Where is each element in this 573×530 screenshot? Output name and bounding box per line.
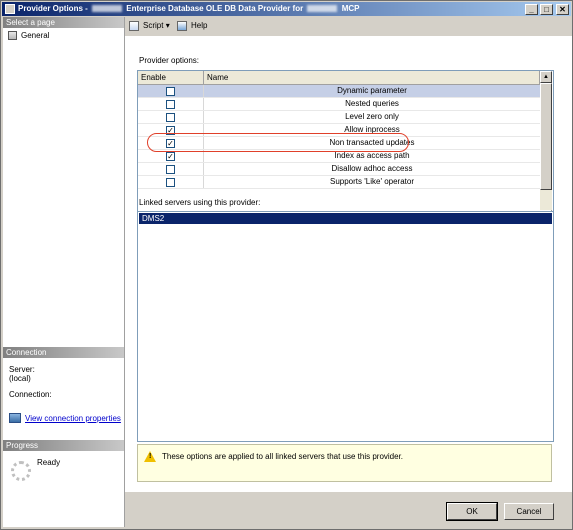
column-name[interactable]: Name: [204, 71, 540, 84]
enable-checkbox[interactable]: [166, 165, 175, 174]
connection-header: Connection: [3, 347, 124, 358]
chevron-down-icon: ▾: [165, 21, 170, 30]
info-bar: ! These options are applied to all linke…: [137, 444, 552, 482]
progress-header: Progress: [3, 440, 124, 451]
redacted-text: [92, 5, 123, 13]
enable-checkbox[interactable]: [166, 100, 175, 109]
option-row[interactable]: Dynamic parameter: [138, 85, 540, 98]
grid-header: Enable Name: [138, 71, 540, 85]
script-icon: [129, 21, 139, 31]
close-button[interactable]: ✕: [556, 4, 569, 15]
option-name: Disallow adhoc access: [331, 164, 413, 173]
help-label: Help: [191, 21, 208, 30]
server-value: (local): [9, 374, 31, 383]
left-pane: Select a page General Connection Server:…: [3, 17, 125, 527]
option-name: Index as access path: [334, 151, 410, 160]
page-item-label: General: [21, 31, 50, 40]
option-name: Nested queries: [345, 99, 399, 108]
column-enable[interactable]: Enable: [138, 71, 204, 84]
provider-options-label: Provider options:: [139, 56, 200, 65]
list-item[interactable]: DMS2: [139, 213, 552, 224]
help-button[interactable]: Help: [177, 20, 207, 32]
enable-checkbox[interactable]: [166, 87, 175, 96]
server-label: Server:: [9, 365, 35, 374]
option-row[interactable]: Supports 'Like' operator: [138, 176, 540, 189]
progress-status: Ready: [37, 458, 61, 467]
option-row[interactable]: Disallow adhoc access: [138, 163, 540, 176]
minimize-button[interactable]: _: [525, 4, 538, 15]
progress-spinner-icon: [11, 461, 31, 481]
linked-servers-list[interactable]: DMS2: [137, 211, 554, 442]
enable-checkbox[interactable]: ✓: [166, 152, 175, 161]
toolbar: Script ▾ Help: [125, 17, 572, 35]
ok-button[interactable]: OK: [446, 502, 498, 521]
connection-label: Connection:: [9, 390, 52, 399]
scroll-up-icon[interactable]: ▲: [540, 71, 552, 83]
info-text: These options are applied to all linked …: [162, 452, 404, 461]
title-prefix: Provider Options -: [18, 4, 88, 13]
script-button[interactable]: Script ▾: [129, 20, 170, 32]
provider-options-dialog: Provider Options - Enterprise Database O…: [0, 0, 573, 530]
option-name: Supports 'Like' operator: [330, 177, 414, 186]
connection-properties-icon: [9, 413, 21, 423]
title-middle: Enterprise Database OLE DB Data Provider…: [126, 4, 304, 13]
option-row[interactable]: ✓ Non transacted updates: [138, 137, 540, 150]
content-pane: Provider options: Enable Name Dynamic pa…: [125, 36, 572, 492]
enable-checkbox[interactable]: [166, 113, 175, 122]
script-label: Script: [143, 21, 164, 30]
select-page-header: Select a page: [3, 17, 124, 28]
view-connection-properties-link[interactable]: View connection properties: [25, 414, 121, 423]
window-title: Provider Options - Enterprise Database O…: [18, 4, 359, 13]
page-item-general[interactable]: General: [6, 30, 49, 41]
option-row[interactable]: ✓ Index as access path: [138, 150, 540, 163]
maximize-button[interactable]: □: [540, 4, 553, 15]
cancel-button[interactable]: Cancel: [504, 503, 554, 520]
page-icon: [8, 31, 17, 40]
scroll-thumb[interactable]: [540, 83, 552, 190]
linked-servers-label: Linked servers using this provider:: [139, 198, 261, 207]
option-name: Allow inprocess: [344, 125, 400, 134]
option-row[interactable]: Level zero only: [138, 111, 540, 124]
option-row[interactable]: Nested queries: [138, 98, 540, 111]
title-bar: Provider Options - Enterprise Database O…: [2, 2, 571, 16]
enable-checkbox[interactable]: ✓: [166, 139, 175, 148]
warning-mark: !: [149, 453, 152, 460]
redacted-text: [307, 5, 338, 13]
title-suffix: MCP: [341, 4, 360, 13]
enable-checkbox[interactable]: ✓: [166, 126, 175, 135]
option-name: Non transacted updates: [329, 138, 415, 147]
app-icon: [5, 4, 15, 14]
option-name: Level zero only: [345, 112, 399, 121]
help-icon: [177, 21, 187, 31]
grid-scrollbar[interactable]: ▲ ▼: [540, 71, 552, 222]
option-name: Dynamic parameter: [337, 86, 407, 95]
enable-checkbox[interactable]: [166, 178, 175, 187]
option-row[interactable]: ✓ Allow inprocess: [138, 124, 540, 137]
